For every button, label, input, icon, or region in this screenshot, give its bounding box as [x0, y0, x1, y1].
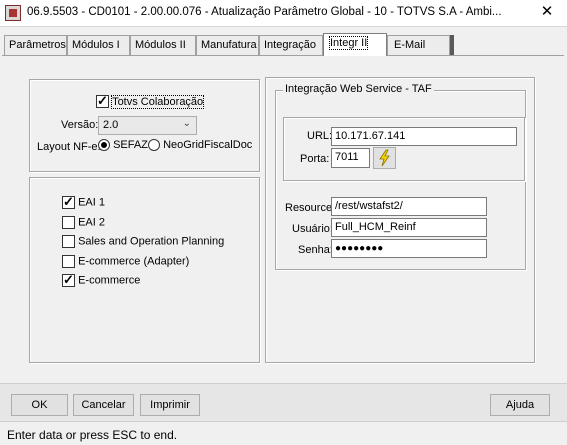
ecommerce-checkbox[interactable]: E-commerce: [62, 272, 141, 288]
versao-select[interactable]: 2.0 ⌄: [98, 116, 197, 135]
ok-button[interactable]: OK: [11, 394, 68, 416]
tab-integracao[interactable]: Integração: [259, 35, 323, 55]
porta-label: Porta:: [300, 153, 330, 165]
checkbox-checked-icon: [62, 194, 75, 210]
resource-label: Resource:: [285, 202, 336, 214]
taf-group-title: Integração Web Service - TAF: [283, 83, 434, 95]
imprimir-button[interactable]: Imprimir: [140, 394, 200, 416]
url-label: URL:: [307, 130, 333, 142]
sefaz-label: SEFAZ: [113, 139, 148, 152]
eai-2-checkbox[interactable]: EAI 2: [62, 216, 105, 229]
tab-scroll-edge: [450, 35, 454, 55]
eai-2-label: EAI 2: [78, 216, 105, 229]
tab-modulos-i[interactable]: Módulos I: [67, 35, 130, 55]
checkbox-empty-icon: [62, 216, 75, 229]
neogrid-label: NeoGridFiscalDoc: [163, 139, 253, 152]
sop-checkbox[interactable]: Sales and Operation Planning: [62, 235, 224, 248]
eai-1-label: EAI 1: [78, 196, 105, 209]
ecommerce-adapter-checkbox[interactable]: E-commerce (Adapter): [62, 255, 189, 268]
tab-integr-ii[interactable]: Integr II: [323, 33, 387, 56]
title-bar: 06.9.5503 - CD0101 - 2.00.00.076 - Atual…: [0, 0, 567, 26]
ajuda-button[interactable]: Ajuda: [490, 394, 550, 416]
ecommerce-label: E-commerce: [78, 274, 141, 287]
checkbox-checked-icon: [62, 272, 75, 288]
sop-label: Sales and Operation Planning: [78, 235, 225, 248]
radio-selected-icon: [98, 139, 110, 152]
eai-1-checkbox[interactable]: EAI 1: [62, 194, 105, 210]
tab-integr-ii-label: Integr II: [328, 36, 369, 50]
app-icon: [5, 5, 21, 21]
tab-modulos-ii[interactable]: Módulos II: [130, 35, 196, 55]
chevron-down-icon: ⌄: [182, 118, 191, 129]
colaboracao-checkbox[interactable]: Totvs Colaboração: [96, 93, 205, 109]
status-bar: Enter data or press ESC to end.: [0, 421, 567, 445]
radio-unselected-icon: [148, 139, 160, 152]
versao-label: Versão:: [61, 119, 99, 131]
resource-input[interactable]: /rest/wstafst2/: [331, 197, 487, 216]
tab-parametros[interactable]: Parâmetros: [4, 35, 67, 55]
window-title: 06.9.5503 - CD0101 - 2.00.00.076 - Atual…: [27, 6, 502, 18]
close-icon[interactable]: ✕: [534, 2, 560, 22]
senha-input[interactable]: ●●●●●●●●: [331, 239, 487, 258]
lightning-icon: [379, 149, 390, 167]
checkbox-empty-icon: [62, 235, 75, 248]
status-text: Enter data or press ESC to end.: [7, 428, 178, 442]
senha-label: Senha:: [298, 244, 333, 256]
url-input[interactable]: 10.171.67.141: [331, 127, 517, 146]
layout-nfe-label: Layout NF-e:: [37, 141, 101, 153]
usuario-label: Usuário:: [292, 223, 333, 235]
checkbox-empty-icon: [62, 255, 75, 268]
tab-e-mail[interactable]: E-Mail: [387, 35, 450, 55]
sefaz-radio[interactable]: SEFAZ: [98, 139, 148, 152]
tab-manufatura[interactable]: Manufatura: [196, 35, 259, 55]
colaboracao-check-icon: [96, 93, 109, 109]
porta-input[interactable]: 7011: [331, 148, 370, 168]
versao-value: 2.0: [103, 119, 119, 131]
usuario-input[interactable]: Full_HCM_Reinf: [331, 218, 487, 237]
test-connection-button[interactable]: [373, 147, 396, 169]
ecommerce-adapter-label: E-commerce (Adapter): [78, 255, 190, 268]
cancelar-button[interactable]: Cancelar: [73, 394, 134, 416]
colaboracao-label: Totvs Colaboração: [111, 94, 205, 109]
neogrid-radio[interactable]: NeoGridFiscalDoc: [148, 139, 253, 152]
